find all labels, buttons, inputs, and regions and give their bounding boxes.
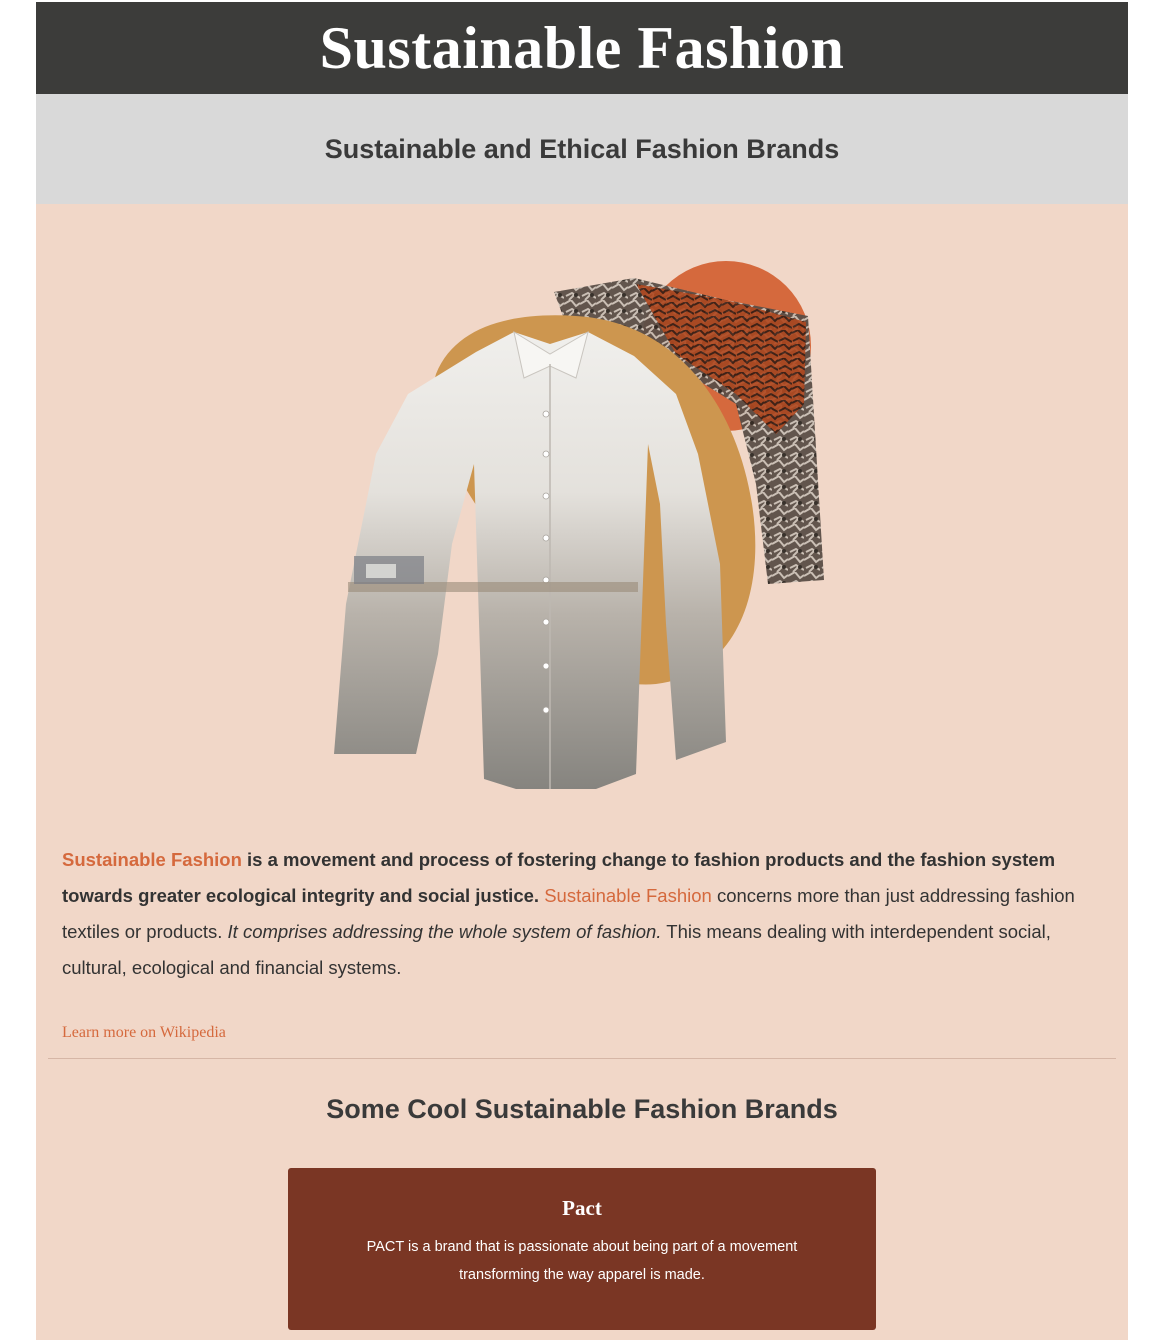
site-header: Sustainable Fashion [36, 2, 1128, 94]
intro-italic-text: It comprises addressing the whole system… [227, 921, 662, 942]
sub-header: Sustainable and Ethical Fashion Brands [36, 94, 1128, 204]
wikipedia-link[interactable]: Learn more on Wikipedia [62, 1024, 226, 1042]
sustainable-fashion-link[interactable]: Sustainable Fashion [62, 849, 242, 870]
brand-name: Pact [562, 1196, 602, 1220]
sub-title: Sustainable and Ethical Fashion Brands [324, 133, 840, 164]
section-divider [48, 1058, 1116, 1059]
sustainable-fashion-link-2[interactable]: Sustainable Fashion [544, 885, 712, 906]
shirt-collage-image [334, 261, 824, 789]
shirt-shape [334, 330, 726, 789]
brand-description: PACT is a brand that is passionate about… [366, 1239, 798, 1283]
hero-section [36, 204, 1128, 814]
intro-paragraph: Sustainable Fashion is a movement and pr… [62, 842, 1102, 986]
page-container: Sustainable Fashion Sustainable and Ethi… [36, 2, 1128, 1340]
brand-card: Pact PACT is a brand that is passionate … [288, 1168, 876, 1330]
brands-title: Some Cool Sustainable Fashion Brands [326, 1094, 838, 1124]
site-title: Sustainable Fashion [319, 14, 845, 81]
